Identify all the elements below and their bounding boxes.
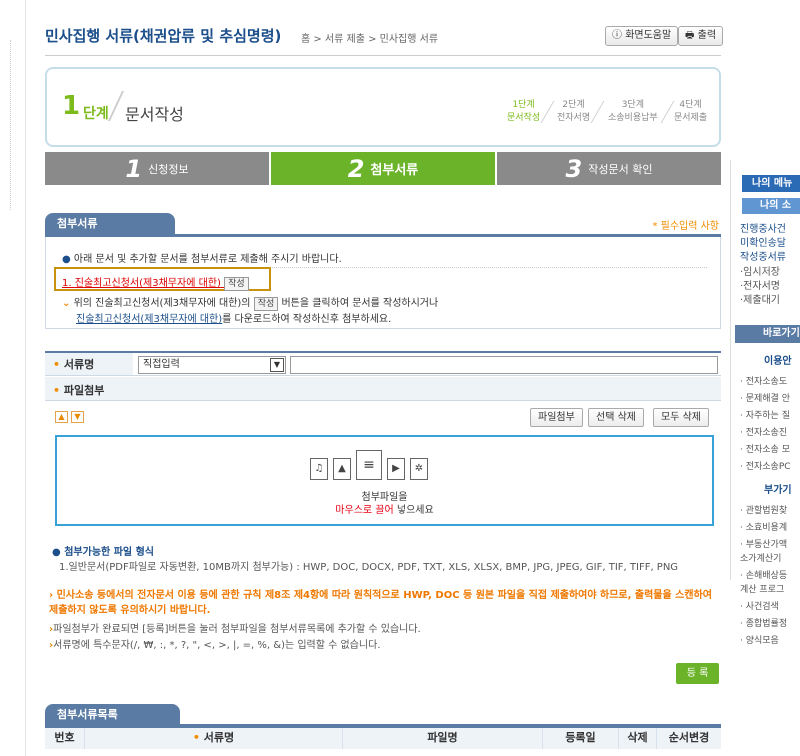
mini-divider: [540, 101, 555, 123]
quick-link[interactable]: · 부동산가액: [740, 537, 800, 550]
guide-line-1: ⌄ 위의 진술최고신청서(제3채무자에 대한)의 작성 버튼을 클릭하여 문서를…: [62, 297, 439, 311]
file-type-icons: ♫ ▲ ≡ ▶ ✲: [310, 450, 428, 480]
my-suit-header: 나의 소: [742, 198, 800, 214]
mini-step-4: 4단계 문서제출: [674, 100, 708, 123]
printer-icon: 🖶: [685, 30, 695, 41]
note-2: ›서류명에 특수문자(/, ₩, :, *, ?, ", <, >, |, =,…: [49, 640, 381, 651]
tab-attachments[interactable]: 2 첨부서류: [271, 152, 497, 185]
quick-link[interactable]: 계산 프로그: [740, 582, 800, 595]
quick-link[interactable]: · 전자소송 모: [740, 442, 800, 455]
download-link[interactable]: 진술최고신청서(제3채무자에 대한): [76, 314, 222, 325]
order-buttons: ▲ ▼: [55, 411, 84, 423]
mini-divider: [590, 101, 605, 123]
notice-text: ● 아래 문서 및 추가할 문서를 첨부서류로 제출해 주시기 바랍니다.: [62, 254, 342, 265]
fileattach-label: • 파일첨부: [53, 384, 105, 397]
mini-divider: [660, 101, 675, 123]
link-e-sign[interactable]: ·전자서명: [740, 277, 800, 292]
right-panel-box: 나의 메뉴 나의 소 진행중사건 미확인송달 작성중서류 ·임시저장 ·전자서명…: [730, 160, 800, 646]
list-section-title: 첨부서류목록: [45, 704, 180, 726]
title-divider: [45, 55, 721, 56]
required-doc-item: 1. 진술최고신청서(제3채무자에 대한) 작성: [62, 274, 249, 291]
help-button-label: 화면도움말: [625, 30, 672, 41]
write-button[interactable]: 작성: [224, 277, 249, 291]
delete-selected-button[interactable]: 선택 삭제: [588, 408, 644, 427]
warning-text: › 민사소송 등에서의 전자문서 이용 등에 관한 규칙 제8조 제4항에 따라…: [49, 590, 712, 616]
delete-all-button[interactable]: 모두 삭제: [653, 408, 709, 427]
docname-input[interactable]: [290, 356, 718, 374]
page-title: 민사집행 서류(채권압류 및 추심명령): [45, 27, 282, 45]
attachment-table-header: 번호 • 서류명 파일명 등록일 삭제 순서변경: [45, 727, 721, 749]
fileattach-row: • 파일첨부: [45, 377, 721, 401]
document-file-icon: ≡: [356, 450, 382, 480]
left-edge-line: [10, 40, 11, 210]
col-delete: 삭제: [619, 728, 657, 749]
file-attach-button[interactable]: 파일첨부: [530, 408, 583, 427]
register-button[interactable]: 등 록: [676, 663, 719, 684]
formats-list: 1.일반문서(PDF파일로 자동변환, 10MB까지 첨부가능) : HWP, …: [59, 562, 679, 573]
help-icon: ⓘ: [612, 30, 622, 41]
quick-link[interactable]: · 손해배상등: [740, 568, 800, 581]
link-unconfirmed-service[interactable]: 미확인송달: [740, 234, 800, 249]
mini-step-1: 1단계 문서작성: [507, 100, 541, 123]
quick-link[interactable]: · 사건검색: [740, 599, 800, 612]
docname-row: • 서류명 직접입력 ▼: [45, 351, 721, 376]
mini-step-2: 2단계 전자서명: [557, 100, 591, 123]
guide-line-2: 진술최고신청서(제3채무자에 대한)를 다운로드하여 작성하신후 첨부하세요.: [76, 314, 392, 325]
goto-header: 바로가기: [735, 325, 800, 343]
move-down-button[interactable]: ▼: [71, 411, 84, 423]
quick-link[interactable]: · 종합법률정: [740, 616, 800, 629]
col-docname: • 서류명: [85, 728, 343, 749]
note-1: ›파일첨부가 완료되면 [등록]버튼을 눌러 첨부파일을 첨부서류목록에 추가할…: [49, 624, 421, 635]
print-button[interactable]: 🖶 출력: [678, 26, 724, 46]
docname-label: • 서류명: [45, 353, 133, 375]
music-file-icon: ♫: [310, 458, 328, 480]
quick-link[interactable]: · 전자소송진: [740, 425, 800, 438]
chevron-down-icon: ▼: [270, 358, 284, 372]
help-button[interactable]: ⓘ 화면도움말: [605, 26, 679, 46]
quick-link[interactable]: · 관할법원찾: [740, 503, 800, 516]
quick-link[interactable]: 소가계산기: [740, 551, 800, 564]
step-slash: [108, 91, 124, 121]
link-drafts[interactable]: 작성중서류: [740, 248, 800, 263]
link-submit-wait[interactable]: ·제출대기: [740, 291, 800, 306]
tab-confirm-docs[interactable]: 3 작성문서 확인: [497, 152, 721, 185]
col-reorder: 순서변경: [668, 731, 710, 744]
breadcrumb: 홈 > 서류 제출 > 민사집행 서류: [301, 34, 439, 45]
step-number: 1: [62, 91, 81, 121]
link-temp-save[interactable]: ·임시저장: [740, 263, 800, 278]
other-file-icon: ✲: [410, 458, 428, 480]
quick-link[interactable]: · 전자소송도: [740, 374, 800, 387]
mini-step-3: 3단계 소송비용납부: [608, 100, 658, 123]
col-filename: 파일명: [343, 728, 543, 749]
required-note: * 필수입력 사항: [652, 221, 719, 232]
step-indicator: 1 단계 문서작성 1단계 문서작성 2단계 전자서명 3단계 소송비용납부 4단계 문…: [45, 67, 721, 147]
quick-link[interactable]: · 자주하는 질: [740, 408, 800, 421]
move-up-button[interactable]: ▲: [55, 411, 68, 423]
quick-link[interactable]: · 문제해결 안: [740, 391, 800, 404]
link-ongoing-case[interactable]: 진행중사건: [740, 220, 800, 235]
file-drop-zone[interactable]: ♫ ▲ ≡ ▶ ✲ 첨부파일을 마우스로 끌어 넣으세요: [55, 435, 714, 526]
step-unit: 단계: [83, 106, 109, 122]
video-file-icon: ▶: [387, 458, 405, 480]
formats-title: ● 첨부가능한 파일 형식: [52, 547, 154, 558]
step-name: 문서작성: [125, 105, 184, 124]
quick-link[interactable]: · 소효비용계: [740, 520, 800, 533]
guide-category: 이용안: [764, 356, 792, 367]
process-tabs: 1 신청정보 2 첨부서류 3 작성문서 확인: [45, 152, 721, 185]
extra-category: 부가기: [764, 485, 792, 496]
tab-apply-info[interactable]: 1 신청정보: [45, 152, 271, 185]
image-file-icon: ▲: [333, 458, 351, 480]
attach-notice-box: ● 아래 문서 및 추가할 문서를 첨부서류로 제출해 주시기 바랍니다. 1.…: [45, 237, 721, 329]
quick-link[interactable]: · 양식모음: [740, 633, 800, 646]
statement-request-link[interactable]: 진술최고신청서(제3채무자에 대한): [75, 278, 221, 289]
docname-select[interactable]: 직접입력 ▼: [138, 356, 286, 374]
drop-text-2: 마우스로 끌어 넣으세요: [335, 505, 434, 516]
col-number: 번호: [45, 728, 85, 749]
col-date: 등록일: [543, 728, 619, 749]
quick-link[interactable]: · 전자소송PC: [740, 459, 800, 472]
attach-section-title: 첨부서류: [45, 213, 175, 235]
print-button-label: 출력: [697, 30, 717, 41]
my-menu-button[interactable]: 나의 메뉴: [742, 175, 800, 192]
left-edge-panel: [0, 0, 26, 756]
